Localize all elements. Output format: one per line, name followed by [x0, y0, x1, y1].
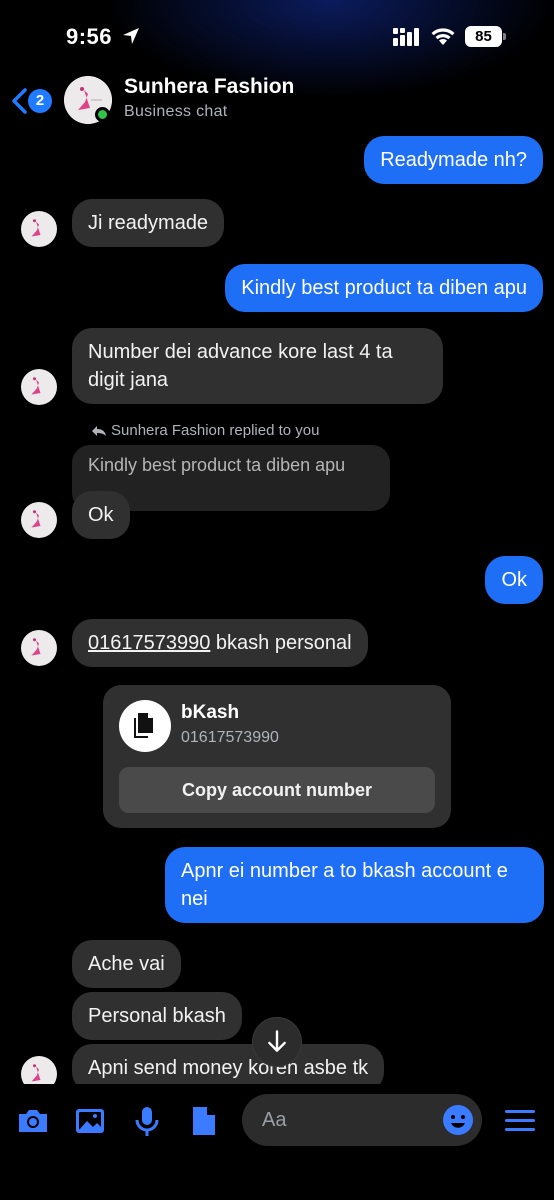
microphone-icon[interactable]	[130, 1104, 164, 1138]
message-bubble-incoming[interactable]: Ache vai	[72, 940, 181, 988]
message-bubble-outgoing[interactable]: Readymade nh?	[364, 136, 543, 184]
gallery-icon[interactable]	[73, 1104, 107, 1138]
copy-account-number-button[interactable]: Copy account number	[119, 767, 435, 813]
message-bubble-outgoing[interactable]: Kindly best product ta diben apu	[225, 264, 543, 312]
message-bubble-incoming[interactable]: 01617573990 bkash personal	[72, 619, 368, 667]
arrow-down-icon	[268, 1030, 286, 1052]
phone-number-link[interactable]: 01617573990	[88, 632, 210, 654]
avatar	[21, 502, 57, 538]
cellular-signal-icon	[393, 28, 419, 46]
online-status-dot	[95, 107, 110, 122]
unread-count-badge: 2	[28, 89, 52, 113]
account-card-title: bKash	[181, 702, 240, 723]
emoji-icon[interactable]	[442, 1104, 474, 1136]
menu-icon[interactable]	[503, 1106, 537, 1136]
composer-bar	[0, 1084, 554, 1200]
message-bubble-incoming[interactable]: Number dei advance kore last 4 ta digit …	[72, 328, 443, 404]
camera-icon[interactable]	[16, 1104, 50, 1138]
dress-logo-icon	[31, 1064, 41, 1082]
wifi-icon	[431, 28, 455, 45]
contact-subtitle: Business chat	[124, 103, 228, 120]
contact-name[interactable]: Sunhera Fashion	[124, 75, 294, 99]
battery-indicator: 85	[465, 26, 507, 47]
scroll-to-bottom-button[interactable]	[252, 1017, 302, 1067]
dress-logo-icon	[31, 219, 41, 237]
message-bubble-outgoing[interactable]: Ok	[485, 556, 543, 604]
reply-indicator-text: Sunhera Fashion replied to you	[111, 422, 320, 439]
message-list[interactable]: Readymade nh? Ji readymade Kindly best p…	[0, 132, 554, 1084]
dress-logo-icon	[31, 510, 41, 528]
message-bubble-outgoing[interactable]: Apnr ei number a to bkash account e nei	[165, 847, 544, 923]
message-text: bkash personal	[210, 632, 352, 654]
chat-header: 2 Sunhera Fashion Business chat	[0, 72, 554, 132]
reply-arrow-icon	[92, 426, 106, 437]
avatar	[21, 1056, 57, 1084]
back-button[interactable]: 2	[10, 86, 54, 116]
dress-logo-icon	[31, 638, 41, 656]
message-input[interactable]	[262, 1094, 432, 1146]
document-icon[interactable]	[187, 1104, 221, 1138]
clock: 9:56	[66, 24, 113, 49]
location-arrow-icon	[123, 28, 139, 44]
battery-level: 85	[465, 26, 502, 47]
status-bar: 9:56 85	[0, 0, 554, 72]
message-bubble-incoming[interactable]: Apni send money koren asbe tk	[72, 1044, 385, 1084]
dress-logo-icon	[31, 377, 41, 395]
copy-icon	[134, 713, 153, 738]
account-card-number: 01617573990	[181, 729, 279, 746]
avatar	[21, 630, 57, 666]
account-card: bKash 01617573990 Copy account number	[103, 685, 451, 828]
avatar	[21, 211, 57, 247]
avatar	[21, 369, 57, 405]
battery-cap	[503, 33, 506, 40]
message-input-container	[242, 1094, 482, 1146]
chevron-left-icon	[12, 88, 27, 114]
reply-indicator: Sunhera Fashion replied to you	[91, 422, 319, 439]
copy-icon-container	[119, 700, 171, 752]
message-bubble-incoming[interactable]: Ji readymade	[72, 199, 225, 247]
message-bubble-incoming[interactable]: Ok	[72, 491, 130, 539]
message-bubble-incoming[interactable]: Personal bkash	[72, 992, 242, 1040]
